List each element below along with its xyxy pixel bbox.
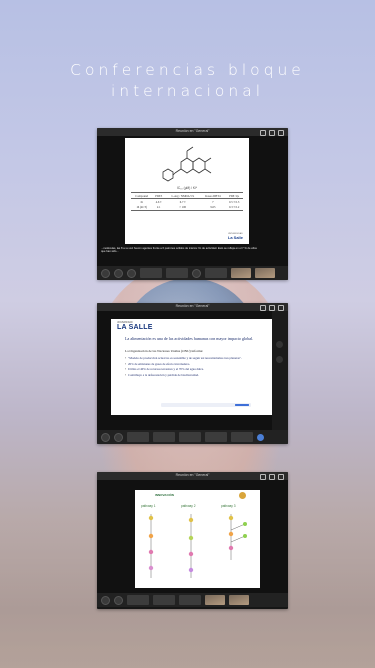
participant-tile[interactable] — [231, 432, 253, 442]
participant-video[interactable] — [255, 268, 275, 278]
slide-heading: La alimentación es una de las actividade… — [125, 336, 254, 341]
table-cell: 0.3 ± 0.2 — [229, 204, 240, 209]
mic-toggle-button[interactable] — [114, 432, 123, 442]
chat-icon — [269, 473, 275, 480]
table-cell: > 100 — [179, 204, 187, 209]
participant-tile[interactable] — [179, 595, 201, 605]
meeting-controls — [260, 473, 284, 480]
logo-text: La Salle — [227, 235, 243, 240]
chat-icon — [269, 304, 275, 311]
list-item: "Modelo de producción actual no es soste… — [125, 356, 265, 360]
logo-text: LA SALLE — [117, 324, 153, 331]
participant-avatar[interactable] — [276, 356, 283, 363]
participant-tile[interactable] — [205, 432, 227, 442]
participant-tile[interactable] — [127, 432, 149, 442]
meeting-controls — [260, 304, 284, 311]
shared-screen: IC₅₀ (µM) / Ki* Compound PDE5 L-Arg / NMDA… — [97, 136, 288, 266]
participant-tile[interactable] — [153, 432, 175, 442]
table-caption: IC₅₀ (µM) / Ki* — [176, 186, 198, 190]
page-title-line-2: internacional — [110, 82, 265, 100]
page-title: Conferencias bloque internacional — [0, 60, 375, 102]
list-item: Utiliza el 40% de recursos terrestres y … — [125, 367, 265, 371]
slide-bullet-list: "Modelo de producción actual no es soste… — [125, 356, 265, 378]
meeting-title-bar: Reunión en "General" — [97, 472, 288, 480]
more-icon — [278, 129, 284, 136]
people-icon — [260, 129, 266, 136]
teams-status-icon[interactable] — [257, 433, 264, 441]
page-title-line-1: Conferencias bloque — [70, 61, 305, 79]
table-cell: 2.1 — [156, 204, 161, 209]
stop-sharing-button[interactable] — [235, 403, 249, 407]
molecule-structure-icon — [162, 146, 212, 182]
people-icon — [260, 473, 266, 480]
list-item: Contribuye a la deforestación y pérdida … — [125, 373, 265, 377]
participant-avatar[interactable] — [192, 268, 201, 278]
chat-icon — [269, 129, 275, 136]
more-icon — [278, 473, 284, 480]
sustainability-slide: UNIVERSIDAD LA SALLE La alimentación es … — [111, 319, 272, 415]
participant-tile[interactable] — [166, 268, 188, 278]
participant-video[interactable] — [205, 595, 225, 605]
chemistry-slide: IC₅₀ (µM) / Ki* Compound PDE5 L-Arg / NMDA… — [125, 138, 249, 244]
more-icon — [278, 304, 284, 311]
lasalle-logo: UNIVERSIDAD LA SALLE — [117, 322, 153, 331]
participant-video[interactable] — [231, 268, 251, 278]
mic-toggle-button[interactable] — [114, 595, 123, 605]
participant-rail — [272, 311, 288, 430]
meeting-dock — [97, 593, 288, 607]
participant-tile[interactable] — [127, 595, 149, 605]
meeting-title-bar: Reunión en "General" — [97, 128, 288, 136]
mic-toggle-button[interactable] — [114, 268, 123, 278]
table-cell: 16 (4CT) — [136, 204, 147, 209]
camera-toggle-button[interactable] — [101, 595, 110, 605]
camera-toggle-button[interactable] — [101, 268, 110, 278]
table-row: 16 (4CT) 2.1 > 100 9.65 0.3 ± 0.2 — [131, 204, 243, 211]
camera-toggle-button[interactable] — [101, 432, 110, 442]
people-icon — [260, 304, 266, 311]
table-cell: 9.65 — [210, 204, 216, 209]
participant-tile[interactable] — [153, 595, 175, 605]
meeting-controls — [260, 129, 284, 136]
shared-screen: INNOVACIÓN pathway 1 pathway 2 pathway 3 — [97, 480, 288, 593]
participant-tile[interactable] — [179, 432, 201, 442]
pathway-slide: INNOVACIÓN pathway 1 pathway 2 pathway 3 — [135, 490, 260, 588]
meeting-dock — [97, 266, 288, 280]
participant-video[interactable] — [229, 595, 249, 605]
share-button[interactable] — [127, 268, 136, 278]
meeting-dock — [97, 430, 288, 444]
shared-screen: UNIVERSIDAD LA SALLE La alimentación es … — [97, 311, 288, 430]
sharing-banner — [161, 403, 251, 407]
inhibition-table: Compound PDE5 L-Arg / NMDA 5% Kaseo DHT4 PDE… — [131, 192, 243, 211]
meeting-screenshot-1: Reunión en "General" IC₅₀ (µM) / Ki* Com… — [97, 128, 288, 280]
lasalle-logo: UNIVERSIDAD La Salle — [228, 233, 243, 240]
slide-intro: La Organización de las Naciones Unidas (… — [125, 349, 204, 353]
participant-tile[interactable] — [140, 268, 162, 278]
meeting-title-bar: Reunión en "General" — [97, 303, 288, 311]
participant-avatar[interactable] — [276, 341, 283, 348]
meeting-screenshot-2: Reunión en "General" UNIVERSIDAD LA SALL… — [97, 303, 288, 444]
meeting-screenshot-3: Reunión en "General" INNOVACIÓN pathway … — [97, 472, 288, 609]
pathway-diagram — [148, 514, 247, 578]
list-item: 26% de emisiones de gases de efecto inve… — [125, 362, 265, 366]
participant-tile[interactable] — [205, 268, 227, 278]
